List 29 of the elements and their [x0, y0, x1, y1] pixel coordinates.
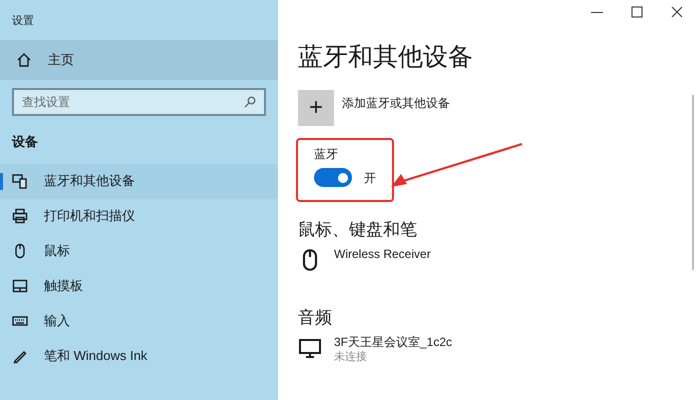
bluetooth-toggle[interactable]: [314, 168, 352, 187]
bluetooth-label: 蓝牙: [314, 148, 339, 160]
maximize-icon: [631, 6, 643, 18]
devices-icon: [12, 173, 28, 189]
section-heading: 音频: [298, 307, 333, 329]
add-device-button[interactable]: +: [298, 90, 334, 126]
nav-item[interactable]: 输入: [0, 304, 278, 338]
page-title: 蓝牙和其他设备: [298, 42, 474, 73]
search-icon: [244, 96, 256, 108]
home-icon: [16, 52, 32, 68]
home-nav-item[interactable]: 主页: [0, 40, 278, 80]
nav-item[interactable]: 鼠标: [0, 234, 278, 268]
nav-item[interactable]: 蓝牙和其他设备: [0, 164, 278, 198]
window-title: 设置: [12, 15, 34, 27]
device-name: 3F天王星会议室_1c2c: [334, 334, 452, 350]
toggle-state: 开: [364, 170, 376, 186]
section-heading: 鼠标、键盘和笔: [298, 219, 418, 241]
nav-item[interactable]: 打印机和扫描仪: [0, 198, 278, 234]
nav-item[interactable]: 触摸板: [0, 268, 278, 304]
device-status: 未连接: [334, 350, 368, 364]
add-device-label[interactable]: 添加蓝牙或其他设备: [342, 94, 450, 112]
nav-item[interactable]: 笔和 Windows Ink: [0, 338, 278, 374]
selection-indicator: [0, 172, 3, 190]
device-name: Wireless Receiver: [334, 246, 431, 262]
touchpad-icon: [12, 278, 28, 294]
search-field[interactable]: 查找设置: [12, 88, 266, 116]
section-heading: 设备: [10, 133, 39, 151]
close-icon: [671, 6, 683, 18]
printer-icon: [12, 208, 28, 224]
